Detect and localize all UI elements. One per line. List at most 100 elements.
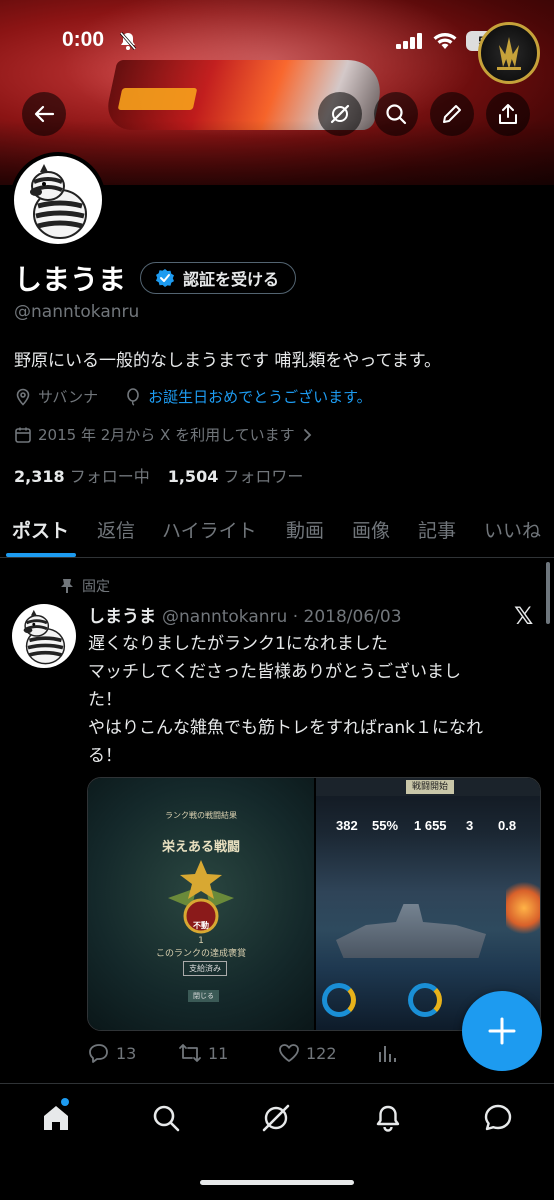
reply-button[interactable]: 13: [88, 1042, 136, 1064]
search-button[interactable]: [374, 92, 418, 136]
following-label: フォロー中: [69, 467, 150, 486]
post-text-line: る！: [88, 746, 122, 766]
wifi-icon: [432, 31, 458, 55]
cellular-signal-icon: [396, 33, 424, 53]
grok-button[interactable]: [318, 92, 362, 136]
nav-messages[interactable]: [480, 1100, 516, 1136]
get-verified-button[interactable]: 認証を受ける: [140, 262, 297, 294]
active-tab-indicator: [6, 553, 76, 557]
joined-row[interactable]: 2015 年 2月から X を利用しています: [14, 424, 313, 445]
media-close-button: 閉じる: [188, 990, 219, 1002]
media-badge-label: 不動: [193, 921, 209, 930]
tab-images[interactable]: 画像: [352, 516, 390, 543]
repost-count: 11: [208, 1043, 229, 1063]
media-stat: 382: [336, 818, 358, 833]
profile-tabs: ポスト 返信 ハイライト 動画 画像 記事 いいね: [0, 510, 554, 558]
grok-icon: [330, 104, 350, 124]
share-button[interactable]: [486, 92, 530, 136]
profile-bio: 野原にいる一般的なしまうまです 哺乳類をやってます。: [14, 351, 442, 371]
tab-videos[interactable]: 動画: [286, 516, 324, 543]
analytics-icon: [379, 1046, 396, 1062]
nav-notifications[interactable]: [370, 1100, 406, 1136]
media-badge-button: 支給済み: [183, 961, 227, 976]
media-ship: [336, 904, 486, 958]
pencil-icon: [443, 105, 461, 123]
zebra-avatar-icon: [30, 164, 87, 239]
heart-icon: [279, 1044, 299, 1062]
follow-stats: 2,318 フォロー中 1,504 フォロワー: [14, 463, 303, 487]
followers-link[interactable]: 1,504 フォロワー: [168, 463, 304, 487]
arrow-left-icon: [34, 105, 55, 123]
repost-button[interactable]: 11: [178, 1042, 228, 1064]
nav-grok[interactable]: [258, 1100, 294, 1136]
chevron-right-icon: [303, 428, 311, 441]
post-author-avatar[interactable]: [12, 604, 76, 668]
home-icon: [44, 1106, 68, 1130]
post-text-line: やはりこんな雑魚でも筋トレをすればrank１になれ: [88, 718, 484, 738]
post-separator: ·: [292, 607, 299, 627]
plus-icon: [488, 1017, 516, 1045]
calendar-icon: [15, 427, 31, 443]
like-button[interactable]: 122: [278, 1042, 337, 1064]
media-stat: 3: [466, 818, 474, 833]
followers-count: 1,504: [167, 467, 219, 486]
repost-icon: [179, 1044, 201, 1062]
pin-icon: [61, 579, 73, 593]
post-date[interactable]: 2018/06/03: [304, 607, 402, 627]
status-time: 0:00: [62, 28, 105, 51]
profile-name: しまうま: [14, 263, 127, 296]
media-stat: 0.8: [498, 818, 517, 833]
x-logo-icon: 𝕏: [514, 602, 534, 630]
media-fire: [506, 878, 540, 938]
tab-highlights[interactable]: ハイライト: [162, 516, 257, 543]
post-text: 遅くなりましたがランク1になれました マッチしてくださった皆様ありがとうございま…: [88, 630, 528, 770]
profile-meta-row: サバンナ お誕生日おめでとうございます。: [14, 386, 372, 407]
media-stat: 1 655: [414, 818, 447, 833]
tab-likes[interactable]: いいね: [484, 516, 541, 543]
verified-badge-icon: [156, 269, 174, 287]
media-gauge: [408, 983, 442, 1017]
location-pin-icon: [16, 388, 30, 406]
home-indicator[interactable]: [200, 1180, 354, 1185]
media-stat: 55%: [372, 818, 399, 833]
following-link[interactable]: 2,318 フォロー中: [14, 463, 150, 487]
profile-handle: @nanntokanru: [14, 302, 140, 322]
media-header: ランク戦の戦闘結果: [165, 811, 237, 820]
grok-icon: [262, 1104, 290, 1132]
nav-home-notification-dot: [61, 1098, 69, 1106]
bell-muted-icon: [118, 31, 138, 55]
reply-count: 13: [116, 1043, 137, 1063]
analytics-button[interactable]: [376, 1042, 398, 1064]
birthday-link[interactable]: お誕生日おめでとうございます。: [148, 386, 372, 407]
media-rank-number: 1: [198, 936, 204, 946]
tab-articles[interactable]: 記事: [418, 516, 456, 543]
nav-home[interactable]: [38, 1100, 74, 1136]
status-bar: 0:00 53: [0, 24, 554, 60]
back-button[interactable]: [22, 92, 66, 136]
bell-icon: [376, 1105, 400, 1132]
get-verified-label: 認証を受ける: [183, 270, 280, 289]
pinned-label: 固定: [82, 579, 110, 595]
tab-posts[interactable]: ポスト: [12, 516, 69, 543]
post-header: しまうま @nanntokanru · 2018/06/03: [88, 602, 402, 627]
messages-icon: [484, 1104, 512, 1131]
scrollbar[interactable]: [546, 562, 550, 624]
joined-date: 2015 年 2月から X を利用しています: [38, 426, 295, 444]
compose-post-button[interactable]: [462, 991, 542, 1071]
post-text-line: マッチしてくださった皆様ありがとうございまし: [88, 662, 461, 682]
profile-avatar[interactable]: [10, 152, 106, 248]
post-media[interactable]: ランク戦の戦闘結果 栄えある戦闘 不動 1 このランクの達成褒賞 支給済み 閉じ…: [87, 777, 541, 1031]
post-author-name[interactable]: しまうま: [88, 607, 156, 627]
nav-search[interactable]: [148, 1100, 184, 1136]
edit-button[interactable]: [430, 92, 474, 136]
post-text-line: た！: [88, 690, 122, 710]
media-rank-caption: このランクの達成褒賞: [155, 949, 246, 959]
media-gauge: [322, 983, 356, 1017]
search-icon: [153, 1105, 180, 1132]
post-actions: 13 11 122: [88, 1042, 488, 1070]
search-icon: [386, 104, 407, 125]
media-image-rank-result[interactable]: ランク戦の戦闘結果 栄えある戦闘 不動 1 このランクの達成褒賞 支給済み 閉じ…: [88, 778, 314, 1030]
profile-location: サバンナ: [38, 388, 99, 406]
tab-replies[interactable]: 返信: [97, 516, 135, 543]
post-author-handle[interactable]: @nanntokanru: [162, 607, 287, 627]
